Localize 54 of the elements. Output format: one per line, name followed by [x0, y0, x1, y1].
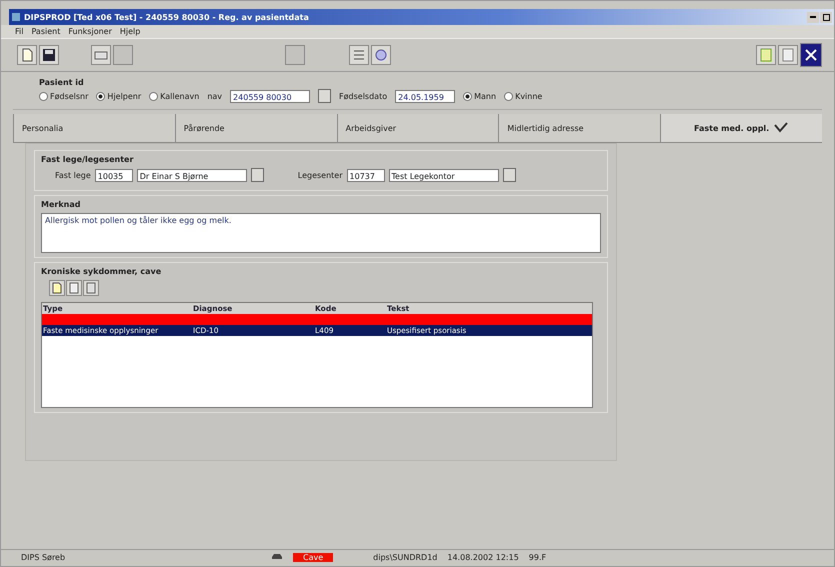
list-icon[interactable]: [349, 45, 369, 65]
lookup-button[interactable]: [502, 168, 516, 182]
section-title: Merknad: [41, 200, 82, 209]
tab[interactable]: Personalia: [13, 114, 175, 142]
menu-item[interactable]: Hjelp: [120, 27, 140, 36]
radio-button[interactable]: Kallenavn: [149, 92, 200, 100]
minimize-button[interactable]: [807, 12, 819, 22]
menu-item[interactable]: Fil: [15, 27, 24, 36]
delete-icon[interactable]: [83, 280, 99, 296]
note-field[interactable]: Allergisk mot pollen og tåler ikke egg og melk.: [41, 213, 601, 253]
doctor-id-field[interactable]: 10035: [94, 168, 133, 182]
section-title: Pasient id: [39, 78, 85, 87]
close-icon[interactable]: [800, 43, 822, 67]
new-document-icon[interactable]: [17, 45, 37, 65]
center-id-field[interactable]: 10737: [346, 168, 385, 182]
section-title: Kroniske sykdommer, cave: [41, 267, 162, 276]
field-label: Fødselsdato: [339, 92, 388, 100]
section-title: Fast lege/legesenter: [41, 155, 134, 164]
field-label: Legesenter: [298, 170, 343, 180]
check-icon: [773, 121, 790, 135]
tab[interactable]: Arbeidsgiver: [336, 114, 498, 142]
radio-button[interactable]: Mann: [463, 92, 496, 100]
radio-button[interactable]: Fødselsnr: [39, 92, 88, 100]
date-field[interactable]: 24.05.1959: [395, 90, 456, 102]
menu-item[interactable]: Pasient: [31, 27, 60, 36]
field-label: Fast lege: [55, 170, 91, 180]
tab[interactable]: Pårørende: [174, 114, 337, 142]
status-text: 14.08.2002 12:15: [447, 552, 519, 562]
window-title: DIPSPROD [Ted x06 Test] - 240559 80030 - Reg. av pasientdata: [24, 12, 310, 22]
center-name-field[interactable]: Test Legekontor: [388, 168, 499, 182]
tab[interactable]: Midlertidig adresse: [498, 114, 660, 142]
app-icon: [12, 13, 20, 21]
cave-indicator: Cave: [293, 552, 334, 562]
menu-item[interactable]: Funksjoner: [68, 27, 112, 36]
doctor-name-field[interactable]: Dr Einar S Bjørne: [136, 168, 247, 182]
lookup-button[interactable]: [250, 168, 264, 182]
card-icon[interactable]: [91, 45, 111, 65]
car-icon: [271, 553, 283, 561]
document-icon[interactable]: [756, 45, 776, 65]
minimize-icon: [810, 16, 816, 18]
maximize-icon: [822, 14, 830, 20]
tab[interactable]: Faste med. oppl.: [660, 114, 822, 142]
save-icon[interactable]: [39, 45, 59, 65]
status-text: dips\SUNDRD1d: [373, 552, 438, 562]
radio-button[interactable]: Kvinne: [504, 92, 542, 100]
status-text: DIPS Søreb: [21, 552, 66, 562]
id-field[interactable]: 240559 80030: [230, 90, 310, 102]
new-document-icon[interactable]: [49, 280, 65, 296]
maximize-button[interactable]: [820, 12, 832, 22]
field-label: nav: [207, 92, 222, 100]
radio-button[interactable]: Hjelpenr: [96, 92, 142, 100]
edit-icon[interactable]: [66, 280, 82, 296]
lookup-button[interactable]: [318, 89, 332, 103]
status-text: 99.F: [528, 552, 546, 562]
